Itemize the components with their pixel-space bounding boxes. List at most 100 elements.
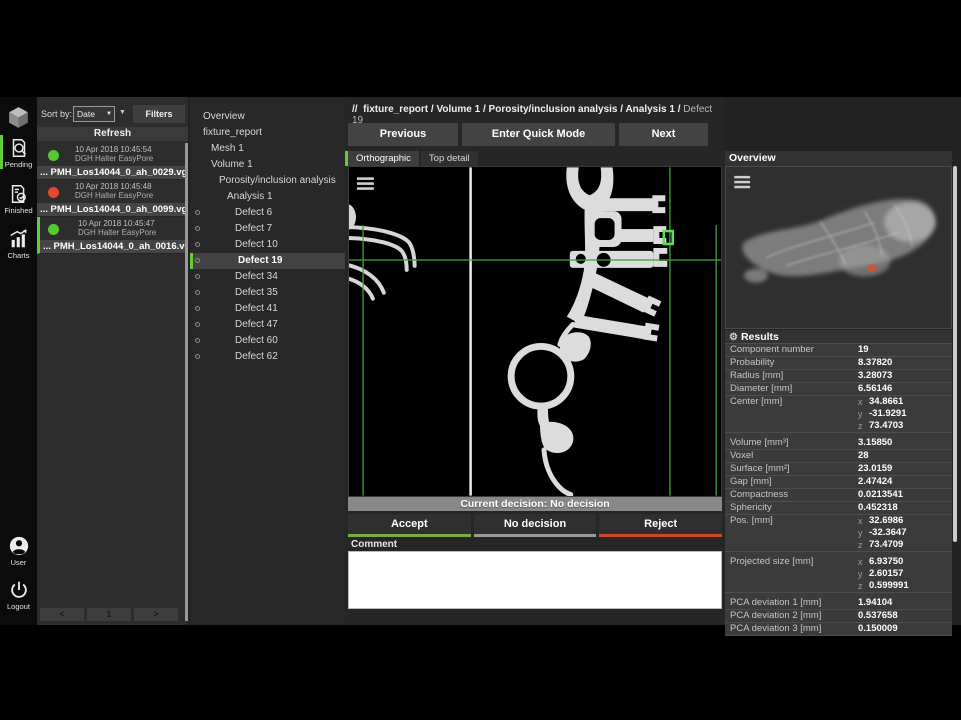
tab-orthographic[interactable]: Orthographic: [348, 151, 419, 166]
result-axis-row: z73.4703: [858, 420, 907, 432]
breadcrumb-item[interactable]: Volume 1 /: [436, 104, 488, 115]
tree-item[interactable]: Defect 34: [190, 269, 345, 285]
page-number-button[interactable]: 1: [87, 608, 131, 621]
breadcrumb-item[interactable]: Porosity/inclusion analysis /: [489, 104, 626, 115]
file-date: 10 Apr 2018 10:45:48: [75, 182, 188, 191]
sort-dropdown-value: Date: [77, 109, 95, 119]
app-logo-icon: [6, 105, 31, 130]
defect-location-marker: [869, 265, 876, 272]
tree-item[interactable]: Defect 62: [190, 349, 345, 365]
decision-buttons: Accept No decision Reject: [348, 514, 722, 537]
result-label: PCA deviation 2 [mm]: [730, 610, 858, 622]
result-value: 0.0213541: [858, 489, 903, 501]
file-source: DGH Halter EasyPore: [75, 191, 188, 200]
result-row: Component number 19: [725, 344, 952, 357]
power-icon: [8, 579, 30, 601]
defect-status-icon: [195, 258, 200, 263]
tree-item[interactable]: Defect 60: [190, 333, 345, 349]
refresh-button[interactable]: Refresh: [37, 127, 188, 141]
sidebar-item-pending[interactable]: Pending: [0, 137, 37, 169]
sidebar-item-user[interactable]: User: [0, 535, 37, 567]
next-button[interactable]: Next: [619, 123, 708, 146]
result-value: 3.28073: [858, 370, 892, 382]
view-tabs: Orthographic Top detail: [345, 151, 480, 166]
sidebar-item-charts[interactable]: Charts: [0, 228, 37, 260]
tree-item[interactable]: Defect 35: [190, 285, 345, 301]
tree-item-label: Volume 1: [211, 159, 253, 170]
tree-item[interactable]: Defect 47: [190, 317, 345, 333]
tree-item[interactable]: Defect 41: [190, 301, 345, 317]
result-axis-row: z73.4709: [858, 539, 907, 551]
result-value: 19: [858, 344, 869, 356]
tree-item[interactable]: Overview: [190, 109, 345, 125]
page-next-button[interactable]: >: [134, 608, 178, 621]
decision-button[interactable]: Accept: [348, 514, 471, 537]
results-panel-title: ⚙Results: [725, 330, 952, 344]
file-list-item[interactable]: 10 Apr 2018 10:45:48 DGH Halter EasyPore…: [37, 180, 188, 217]
defect-status-icon: [195, 322, 200, 327]
result-value: 0.452318: [858, 502, 898, 514]
defect-status-icon: [195, 290, 200, 295]
file-date: 10 Apr 2018 10:45:47: [78, 219, 188, 228]
status-dot-icon: [48, 224, 59, 235]
chevron-down-icon: ▼: [106, 107, 112, 121]
enter-quick-mode-button[interactable]: Enter Quick Mode: [462, 123, 615, 146]
previous-button[interactable]: Previous: [348, 123, 458, 146]
file-list-scrollbar[interactable]: [185, 143, 188, 621]
defect-status-icon: [195, 226, 200, 231]
tree-item[interactable]: Mesh 1: [190, 141, 345, 157]
file-name: ... PMH_Los14044_0_ah_0029.vgl: [37, 166, 188, 179]
tree-item[interactable]: Defect 7: [190, 221, 345, 237]
filters-button[interactable]: Filters: [133, 105, 185, 123]
result-xyz-values: x32.6986y-32.3647z73.4709: [858, 515, 907, 551]
file-panel: Sort by: Date ▼ ▼ Filters Refresh 10 Apr…: [37, 97, 188, 625]
tree-item[interactable]: fixture_report: [190, 125, 345, 141]
sort-direction-toggle[interactable]: ▼: [119, 109, 126, 116]
main-column: // fixture_report / Volume 1 / Porosity/…: [345, 97, 725, 625]
file-list-item[interactable]: 10 Apr 2018 10:45:47 DGH Halter EasyPore…: [37, 217, 188, 254]
file-list: 10 Apr 2018 10:45:54 DGH Halter EasyPore…: [37, 143, 188, 254]
tree-item[interactable]: Porosity/inclusion analysis: [190, 173, 345, 189]
ct-slice-viewport[interactable]: [348, 166, 722, 497]
page-prev-button[interactable]: <: [40, 608, 84, 621]
tree-item[interactable]: Defect 6: [190, 205, 345, 221]
file-date: 10 Apr 2018 10:45:54: [75, 145, 188, 154]
decision-button[interactable]: Reject: [599, 514, 722, 537]
overview-3d-viewport[interactable]: [725, 166, 952, 329]
navigation-tree-panel: Overview fixture_report Mesh 1 Volume 1 …: [190, 97, 345, 625]
sort-dropdown[interactable]: Date ▼: [73, 106, 115, 122]
sidebar-item-label: User: [0, 558, 37, 567]
result-xyz-values: x6.93750y2.60157z0.599991: [858, 556, 909, 592]
result-row: Probability 8.37820: [725, 357, 952, 370]
tree-item-label: Defect 47: [235, 319, 278, 330]
right-panel-scrollbar[interactable]: [953, 166, 957, 542]
result-label: Compactness: [730, 489, 858, 501]
file-list-item[interactable]: 10 Apr 2018 10:45:54 DGH Halter EasyPore…: [37, 143, 188, 180]
defect-status-icon: [195, 354, 200, 359]
result-value: 2.47424: [858, 476, 892, 488]
slice-position-line: [469, 167, 471, 495]
breadcrumb-item[interactable]: Analysis 1 /: [625, 104, 683, 115]
sidebar-item-label: Logout: [0, 602, 37, 611]
tree-item-label: Defect 10: [235, 239, 278, 250]
tree-item[interactable]: Analysis 1: [190, 189, 345, 205]
tree-item[interactable]: Defect 19: [190, 253, 345, 269]
result-label: PCA deviation 1 [mm]: [730, 597, 858, 609]
breadcrumb-item[interactable]: fixture_report /: [363, 104, 436, 115]
overview-3d-render: [726, 167, 951, 328]
comment-input[interactable]: [348, 551, 722, 609]
tree-item-label: Overview: [203, 111, 245, 122]
decision-button[interactable]: No decision: [474, 514, 597, 537]
result-row: Radius [mm] 3.28073: [725, 370, 952, 383]
tree-item[interactable]: Defect 10: [190, 237, 345, 253]
tab-top-detail[interactable]: Top detail: [421, 151, 478, 166]
sidebar-item-label: Charts: [0, 251, 37, 260]
result-label: Sphericity: [730, 502, 858, 514]
file-name: ... PMH_Los14044_0_ah_0016.vgl: [40, 240, 188, 253]
tree-item-label: Defect 41: [235, 303, 278, 314]
result-axis-row: y-32.3647: [858, 527, 907, 539]
tree-item[interactable]: Volume 1: [190, 157, 345, 173]
sidebar-item-finished[interactable]: Finished: [0, 183, 37, 215]
sidebar-item-logout[interactable]: Logout: [0, 579, 37, 611]
result-row: Gap [mm] 2.47424: [725, 476, 952, 489]
